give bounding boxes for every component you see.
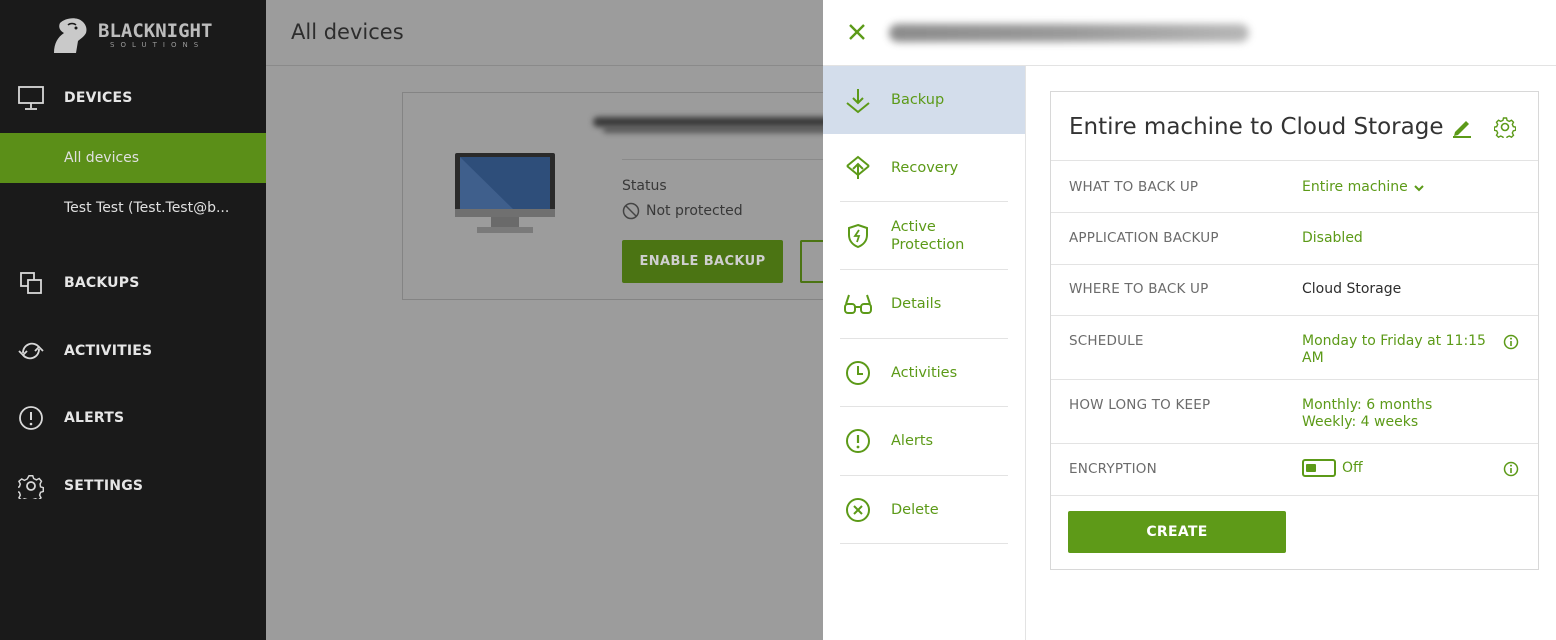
panel-header [823, 0, 1556, 66]
brand-name: BLACKNIGHT [98, 19, 213, 42]
row-label: WHERE TO BACK UP [1069, 281, 1209, 297]
plan-title: Entire machine to Cloud Storage [1069, 114, 1473, 140]
nav-settings[interactable]: SETTINGS [0, 466, 266, 506]
nav-all-devices[interactable]: All devices [0, 133, 266, 183]
menu-divider [840, 543, 1008, 544]
row-what-to-back-up: WHAT TO BACK UP Entire machine [1051, 160, 1538, 212]
alert-icon [16, 403, 46, 433]
row-how-long-to-keep: HOW LONG TO KEEP Monthly: 6 months Weekl… [1051, 379, 1538, 443]
page-title: All devices [291, 20, 404, 44]
toggle-switch[interactable] [1302, 459, 1336, 477]
nav-settings-label: SETTINGS [64, 478, 144, 494]
main-header: All devices [266, 0, 823, 66]
gear-icon [16, 471, 46, 501]
menu-backup-label: Backup [891, 92, 945, 108]
sidebar: BLACKNIGHT SOLUTIONS DEVICES All devices… [0, 0, 266, 640]
not-protected-icon [622, 202, 640, 220]
nav-alerts-label: ALERTS [64, 410, 125, 426]
menu-details[interactable]: Details [823, 270, 1025, 338]
menu-active-protection[interactable]: Active Protection [823, 202, 1025, 270]
row-label: HOW LONG TO KEEP [1069, 397, 1211, 413]
row-encryption: ENCRYPTION Off [1051, 443, 1538, 495]
upload-icon [843, 153, 873, 183]
row-schedule: SCHEDULE Monday to Friday at 11:15 AM [1051, 315, 1538, 379]
device-card[interactable]: Status Not protected ENABLE BACKUP [402, 92, 843, 300]
nav-alerts[interactable]: ALERTS [0, 398, 266, 438]
what-to-back-up-dropdown[interactable]: Entire machine [1302, 179, 1424, 196]
status-label: Status [622, 178, 667, 194]
enable-backup-button[interactable]: ENABLE BACKUP [622, 240, 783, 283]
device-name-redacted-2 [603, 127, 843, 133]
device-name-redacted [593, 117, 843, 127]
nav-devices[interactable]: DEVICES [0, 78, 266, 118]
info-icon[interactable] [1503, 334, 1519, 350]
menu-activities[interactable]: Activities [823, 339, 1025, 407]
menu-delete[interactable]: Delete [823, 476, 1025, 544]
application-backup-link[interactable]: Disabled [1302, 230, 1363, 247]
menu-alerts-label: Alerts [891, 433, 934, 449]
main-content: All devices Status Not protected ENABLE … [266, 0, 843, 640]
nav-backups-label: BACKUPS [64, 275, 140, 291]
horse-logo-icon [54, 18, 87, 53]
status-value: Not protected [622, 202, 743, 220]
row-label: ENCRYPTION [1069, 461, 1157, 477]
clock-icon [843, 358, 873, 388]
plan-title-text: Entire machine to Cloud Storage [1069, 114, 1444, 140]
nav-devices-label: DEVICES [64, 90, 133, 106]
plan-settings-gear-icon[interactable] [1494, 116, 1516, 138]
device-name-redacted [889, 24, 1249, 42]
close-icon [849, 24, 865, 40]
encryption-toggle[interactable]: Off [1302, 459, 1363, 477]
nav-backups[interactable]: BACKUPS [0, 263, 266, 303]
panel-menu: Backup Recovery Active Protection Detail… [823, 66, 1026, 640]
menu-alerts[interactable]: Alerts [823, 407, 1025, 475]
close-circle-icon [843, 495, 873, 525]
close-button[interactable] [845, 20, 869, 44]
copy-icon [16, 268, 46, 298]
computer-image [455, 153, 555, 233]
brand-logo[interactable]: BLACKNIGHT SOLUTIONS [46, 12, 226, 58]
row-where-to-back-up: WHERE TO BACK UP Cloud Storage [1051, 264, 1538, 315]
sync-icon [16, 336, 46, 366]
schedule-link[interactable]: Monday to Friday at 11:15 AM [1302, 333, 1492, 367]
divider [622, 159, 843, 160]
row-label: APPLICATION BACKUP [1069, 230, 1219, 246]
brand-subtitle: SOLUTIONS [110, 40, 205, 49]
retention-monthly: Monthly: 6 months [1302, 397, 1433, 413]
dropdown-value: Entire machine [1302, 179, 1408, 195]
nav-activities[interactable]: ACTIVITIES [0, 331, 266, 371]
monitor-icon [16, 83, 46, 113]
nav-test-user[interactable]: Test Test (Test.Test@b... [0, 183, 266, 233]
row-label: WHAT TO BACK UP [1069, 179, 1199, 195]
shield-icon [843, 221, 873, 251]
nav-test-user-label: Test Test (Test.Test@b... [64, 200, 230, 216]
nav-all-devices-label: All devices [64, 150, 140, 166]
backup-plan-card: Entire machine to Cloud Storage WHAT TO … [1050, 91, 1539, 570]
device-panel: Backup Recovery Active Protection Detail… [823, 0, 1556, 640]
menu-active-protection-label: Active Protection [891, 219, 965, 253]
chevron-down-icon [1414, 184, 1424, 191]
where-to-back-up-value[interactable]: Cloud Storage [1302, 281, 1401, 298]
retention-weekly: Weekly: 4 weeks [1302, 414, 1419, 430]
alert-icon [843, 426, 873, 456]
create-button[interactable]: CREATE [1068, 511, 1286, 553]
glasses-icon [843, 289, 873, 319]
edit-pencil-icon[interactable] [1451, 116, 1473, 138]
info-icon[interactable] [1503, 461, 1519, 477]
menu-activities-label: Activities [891, 365, 958, 381]
menu-recovery[interactable]: Recovery [823, 134, 1025, 202]
nav-activities-label: ACTIVITIES [64, 343, 153, 359]
retention-link[interactable]: Monthly: 6 months Weekly: 4 weeks [1302, 397, 1432, 431]
status-value-text: Not protected [646, 203, 743, 219]
menu-details-label: Details [891, 296, 942, 312]
row-divider [1051, 495, 1538, 496]
menu-recovery-label: Recovery [891, 160, 959, 176]
download-icon [843, 85, 873, 115]
row-application-backup: APPLICATION BACKUP Disabled [1051, 212, 1538, 264]
menu-delete-label: Delete [891, 502, 939, 518]
encryption-value: Off [1342, 459, 1363, 476]
row-label: SCHEDULE [1069, 333, 1144, 349]
menu-backup[interactable]: Backup [823, 66, 1025, 134]
